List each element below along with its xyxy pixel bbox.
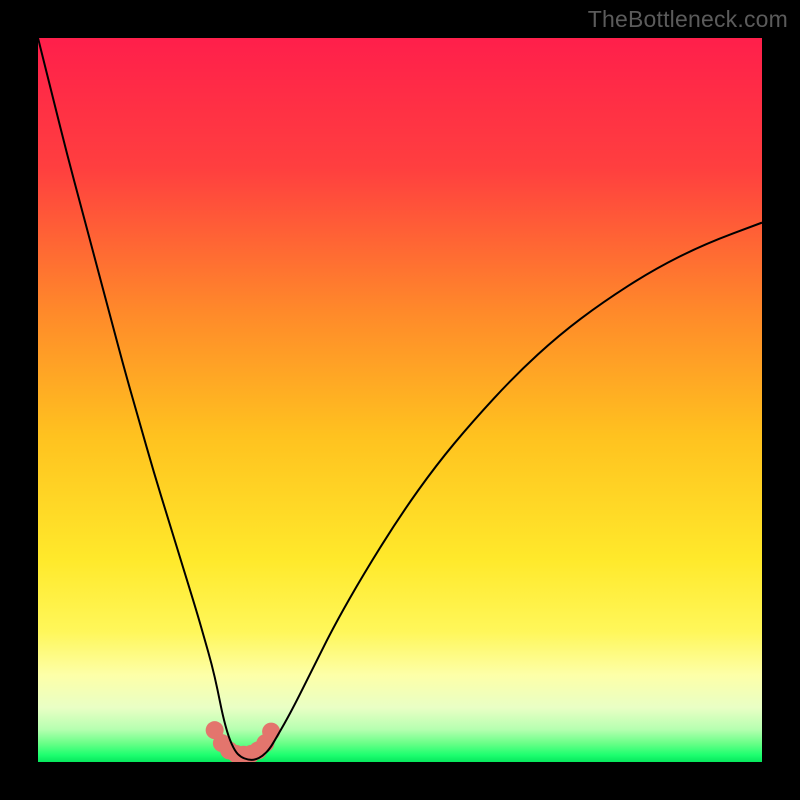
bottleneck-curve — [38, 38, 762, 760]
watermark-text: TheBottleneck.com — [588, 6, 788, 33]
plot-area — [38, 38, 762, 762]
bottom-marker-band — [206, 721, 280, 762]
curve-layer — [38, 38, 762, 762]
marker-dot — [262, 723, 280, 741]
chart-frame: TheBottleneck.com — [0, 0, 800, 800]
